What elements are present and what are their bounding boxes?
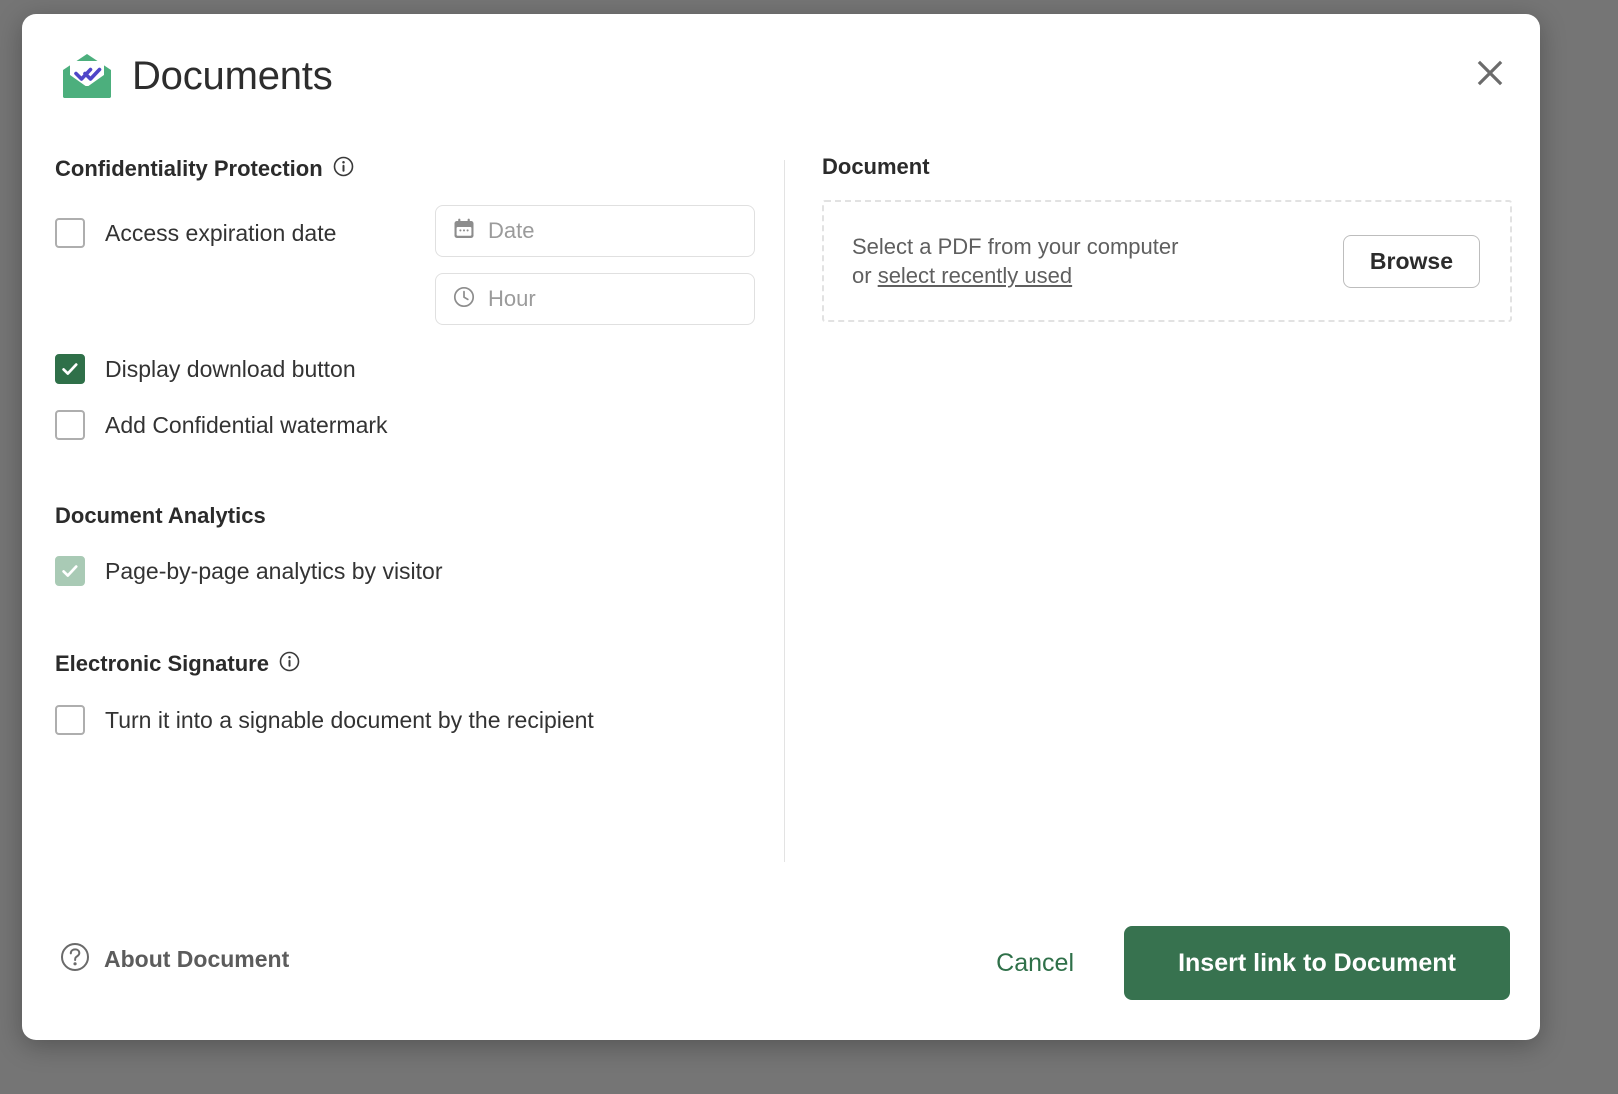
checkbox-display-download-button[interactable]	[55, 354, 85, 384]
info-icon[interactable]	[333, 156, 354, 181]
section-document-analytics: Document Analytics	[55, 505, 765, 527]
row-page-by-page-analytics[interactable]: Page-by-page analytics by visitor	[55, 551, 765, 591]
section-confidentiality-protection: Confidentiality Protection	[55, 156, 765, 181]
section-title-label: Electronic Signature	[55, 653, 269, 675]
checkbox-label: Page-by-page analytics by visitor	[105, 558, 443, 585]
row-add-confidential-watermark[interactable]: Add Confidential watermark	[55, 405, 765, 445]
dropzone-text: Select a PDF from your computer or selec…	[852, 232, 1178, 291]
section-document: Document	[822, 156, 1512, 178]
dialog-footer: About Document Cancel Insert link to Doc…	[22, 890, 1540, 1040]
page-title: Documents	[132, 56, 333, 96]
row-signable-document[interactable]: Turn it into a signable document by the …	[55, 700, 765, 740]
checkbox-label: Turn it into a signable document by the …	[105, 707, 594, 734]
dialog-header: Documents	[22, 14, 1540, 140]
document-column: Document Select a PDF from your computer…	[822, 156, 1512, 322]
cancel-button[interactable]: Cancel	[970, 935, 1100, 992]
document-dropzone[interactable]: Select a PDF from your computer or selec…	[822, 200, 1512, 322]
section-title-label: Document	[822, 156, 930, 178]
footer-actions: Cancel Insert link to Document	[970, 926, 1510, 1000]
brand: Documents	[60, 52, 333, 100]
section-title-label: Confidentiality Protection	[55, 158, 323, 180]
checkbox-label: Add Confidential watermark	[105, 412, 388, 439]
dialog-body: Confidentiality Protection Access expira…	[22, 140, 1540, 890]
date-input[interactable]: Date	[435, 205, 755, 257]
checkbox-signable-document[interactable]	[55, 705, 85, 735]
checkbox-page-by-page-analytics[interactable]	[55, 556, 85, 586]
section-title-label: Document Analytics	[55, 505, 266, 527]
select-recently-used-link[interactable]: select recently used	[878, 263, 1072, 288]
checkbox-add-confidential-watermark[interactable]	[55, 410, 85, 440]
date-input-placeholder: Date	[488, 218, 534, 244]
row-display-download-button[interactable]: Display download button	[55, 349, 765, 389]
dropzone-line-2-prefix: or	[852, 263, 878, 288]
checkbox-access-expiration-date[interactable]	[55, 218, 85, 248]
checkbox-label: Display download button	[105, 356, 356, 383]
insert-link-to-document-button[interactable]: Insert link to Document	[1124, 926, 1510, 1000]
checkbox-label: Access expiration date	[105, 220, 336, 247]
dropzone-line-1: Select a PDF from your computer	[852, 232, 1178, 261]
info-icon[interactable]	[279, 651, 300, 676]
documents-dialog: Documents Confidentiality Protection	[22, 14, 1540, 1040]
hour-input-placeholder: Hour	[488, 286, 536, 312]
clock-icon	[452, 285, 476, 314]
column-divider	[784, 160, 785, 862]
calendar-icon	[452, 217, 476, 246]
settings-column: Confidentiality Protection Access expira…	[55, 156, 765, 740]
section-electronic-signature: Electronic Signature	[55, 651, 765, 676]
row-access-expiration-date[interactable]: Access expiration date	[55, 213, 336, 253]
hour-input[interactable]: Hour	[435, 273, 755, 325]
envelope-double-check-logo-icon	[60, 52, 114, 100]
browse-button[interactable]: Browse	[1343, 235, 1480, 288]
close-icon	[1475, 58, 1505, 91]
about-document-label: About Document	[104, 946, 289, 973]
close-button[interactable]	[1468, 52, 1512, 96]
about-document-link[interactable]: About Document	[60, 942, 289, 977]
dropzone-line-2: or select recently used	[852, 261, 1178, 290]
help-circle-icon	[60, 942, 90, 977]
